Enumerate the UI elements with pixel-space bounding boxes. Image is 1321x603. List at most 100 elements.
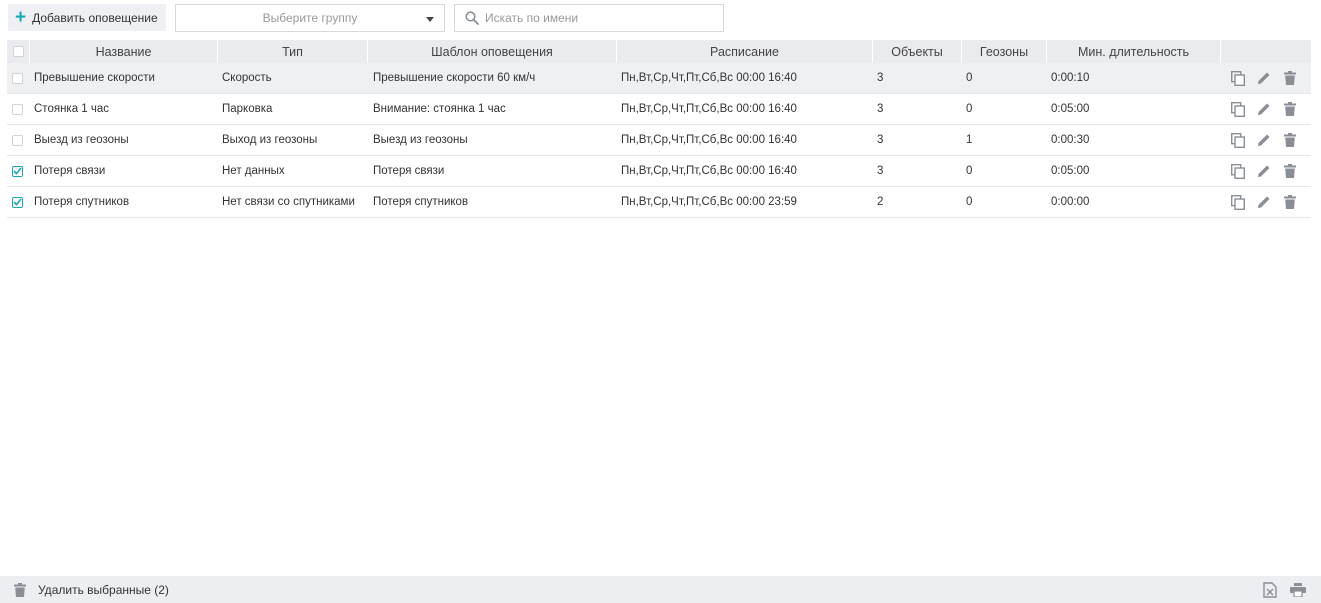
cell-template: Выезд из геозоны (373, 134, 468, 146)
cell-geozones: 1 (966, 134, 973, 146)
delete-icon[interactable] (1281, 100, 1299, 118)
cell-min-duration: 0:00:10 (1051, 72, 1090, 84)
select-all-cell (7, 40, 30, 63)
cell-geozones: 0 (966, 165, 973, 177)
table-row[interactable]: Превышение скорости Скорость Превышение ск… (7, 63, 1311, 94)
edit-icon[interactable] (1255, 131, 1273, 149)
table-row[interactable]: Выезд из геозоны Выход из геозоны Выезд из… (7, 125, 1311, 156)
cell-name: Выезд из геозоны (34, 134, 129, 146)
cell-template: Внимание: стоянка 1 час (373, 103, 506, 115)
edit-icon[interactable] (1255, 193, 1273, 211)
row-actions (1229, 125, 1307, 155)
cell-geozones: 0 (966, 103, 973, 115)
row-checkbox[interactable] (12, 165, 23, 177)
cell-name: Потеря спутников (34, 196, 130, 208)
cell-schedule: Пн,Вт,Ср,Чт,Пт,Сб,Вс 00:00 23:59 (621, 196, 797, 208)
row-checkbox[interactable] (12, 196, 23, 208)
search-box[interactable] (454, 4, 724, 32)
row-actions (1229, 94, 1307, 124)
row-select-cell (12, 187, 28, 217)
delete-icon[interactable] (1281, 131, 1299, 149)
edit-icon[interactable] (1255, 69, 1273, 87)
cell-type: Нет связи со спутниками (222, 196, 355, 208)
cell-min-duration: 0:05:00 (1051, 165, 1090, 177)
row-select-cell (12, 125, 28, 155)
cell-type: Выход из геозоны (222, 134, 318, 146)
add-notification-label: Добавить оповещение (32, 10, 158, 25)
toolbar: + Добавить оповещение Выберите группу (0, 0, 1321, 36)
trash-icon (14, 582, 26, 597)
column-header-actions (1221, 40, 1311, 63)
copy-icon[interactable] (1229, 162, 1247, 180)
chevron-down-icon (426, 17, 434, 22)
cell-min-duration: 0:05:00 (1051, 103, 1090, 115)
row-checkbox[interactable] (12, 103, 23, 115)
column-header-type[interactable]: Тип (218, 40, 368, 63)
delete-selected-button[interactable]: Удалить выбранные (2) (14, 582, 169, 597)
delete-icon[interactable] (1281, 162, 1299, 180)
cell-name: Стоянка 1 час (34, 103, 110, 115)
search-input[interactable] (485, 11, 705, 25)
cell-objects: 2 (877, 196, 884, 208)
table-row[interactable]: Потеря спутников Нет связи со спутниками П… (7, 187, 1311, 218)
table-header: Название Тип Шаблон оповещения Расписани… (7, 40, 1311, 63)
cell-name: Превышение скорости (34, 72, 155, 84)
cell-type: Нет данных (222, 165, 285, 177)
cell-schedule: Пн,Вт,Ср,Чт,Пт,Сб,Вс 00:00 16:40 (621, 165, 797, 177)
cell-objects: 3 (877, 165, 884, 177)
cell-template: Потеря спутников (373, 196, 469, 208)
table-row[interactable]: Потеря связи Нет данных Потеря связи Пн,Вт,… (7, 156, 1311, 187)
checkmark-icon (13, 198, 22, 206)
print-icon[interactable] (1289, 581, 1307, 599)
cell-geozones: 0 (966, 72, 973, 84)
table-body: Превышение скорости Скорость Превышение ск… (7, 63, 1311, 218)
add-notification-button[interactable]: + Добавить оповещение (8, 4, 166, 31)
column-header-objects[interactable]: Объекты (873, 40, 962, 63)
row-select-cell (12, 94, 28, 124)
row-select-cell (12, 63, 28, 93)
row-checkbox[interactable] (12, 134, 23, 146)
cell-template: Потеря связи (373, 165, 445, 177)
cell-name: Потеря связи (34, 165, 106, 177)
edit-icon[interactable] (1255, 100, 1273, 118)
column-header-geozones[interactable]: Геозоны (962, 40, 1047, 63)
copy-icon[interactable] (1229, 193, 1247, 211)
column-header-name[interactable]: Название (30, 40, 218, 63)
copy-icon[interactable] (1229, 69, 1247, 87)
group-select-placeholder: Выберите группу (262, 11, 358, 25)
cell-type: Парковка (222, 103, 273, 115)
row-checkbox[interactable] (12, 72, 23, 84)
delete-selected-label: Удалить выбранные (2) (38, 582, 169, 597)
cell-schedule: Пн,Вт,Ср,Чт,Пт,Сб,Вс 00:00 16:40 (621, 134, 797, 146)
group-select[interactable]: Выберите группу (175, 4, 445, 32)
cell-min-duration: 0:00:30 (1051, 134, 1090, 146)
select-all-checkbox[interactable] (12, 46, 24, 57)
delete-icon[interactable] (1281, 69, 1299, 87)
row-actions (1229, 156, 1307, 186)
cell-schedule: Пн,Вт,Ср,Чт,Пт,Сб,Вс 00:00 16:40 (621, 72, 797, 84)
column-header-min-duration[interactable]: Мин. длительность (1047, 40, 1221, 63)
search-icon (465, 11, 479, 25)
column-header-template[interactable]: Шаблон оповещения (368, 40, 617, 63)
table-row[interactable]: Стоянка 1 час Парковка Внимание: стоянка 1… (7, 94, 1311, 125)
cell-objects: 3 (877, 103, 884, 115)
excel-export-icon[interactable] (1261, 581, 1279, 599)
cell-type: Скорость (222, 72, 272, 84)
delete-icon[interactable] (1281, 193, 1299, 211)
alerts-table: Название Тип Шаблон оповещения Расписани… (7, 40, 1311, 218)
cell-schedule: Пн,Вт,Ср,Чт,Пт,Сб,Вс 00:00 16:40 (621, 103, 797, 115)
edit-icon[interactable] (1255, 162, 1273, 180)
row-actions (1229, 63, 1307, 93)
cell-objects: 3 (877, 134, 884, 146)
cell-template: Превышение скорости 60 км/ч (373, 72, 536, 84)
cell-geozones: 0 (966, 196, 973, 208)
footer-bar: Удалить выбранные (2) (0, 576, 1321, 603)
column-header-schedule[interactable]: Расписание (617, 40, 873, 63)
checkmark-icon (13, 167, 22, 175)
footer-actions (1251, 581, 1307, 599)
copy-icon[interactable] (1229, 131, 1247, 149)
copy-icon[interactable] (1229, 100, 1247, 118)
cell-objects: 3 (877, 72, 884, 84)
row-actions (1229, 187, 1307, 217)
plus-icon: + (15, 7, 27, 28)
